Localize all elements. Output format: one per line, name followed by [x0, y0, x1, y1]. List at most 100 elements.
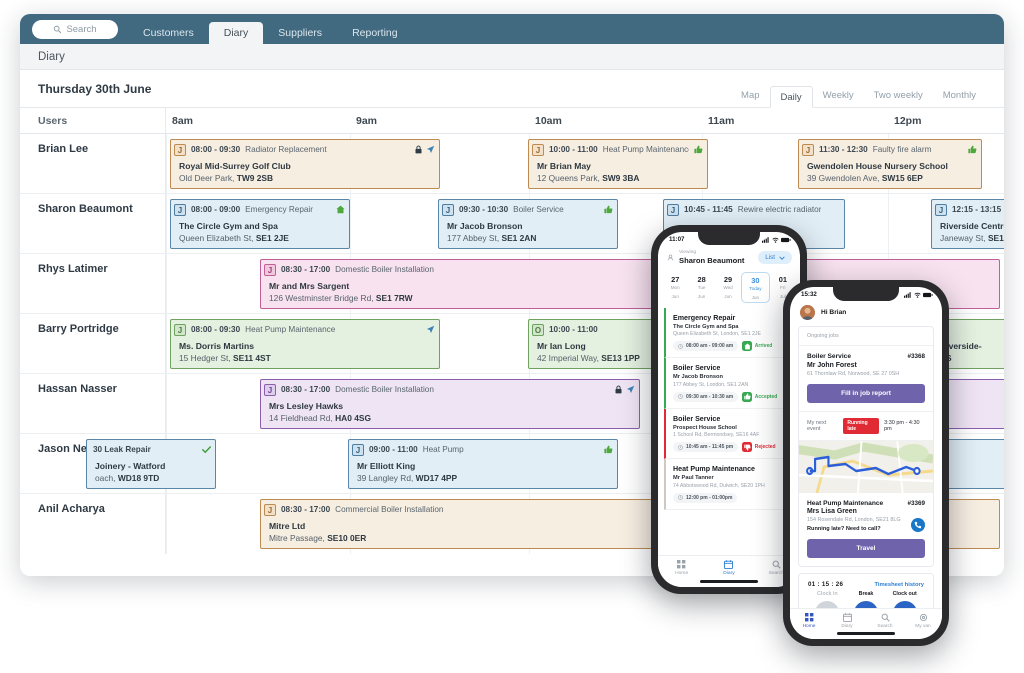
event-card[interactable]: J08:00 - 09:00Emergency RepairThe Circle…: [170, 199, 350, 249]
ongoing-jobs-card: Ongoing jobs Boiler Service #3368 Mr Joh…: [798, 326, 934, 567]
event-time: 08:30 - 17:00: [281, 385, 330, 394]
ongoing-job-1[interactable]: Boiler Service #3368 Mr John Forest 61 T…: [799, 346, 933, 411]
nav-item-my-van[interactable]: My van: [904, 613, 942, 639]
user-name-brian-lee[interactable]: Brian Lee: [20, 134, 166, 193]
route-map[interactable]: [799, 441, 933, 493]
date-strip: 27MonJun28TueJun29WedJun30TodayJun01FriJ…: [658, 270, 800, 308]
job-list-item[interactable]: Boiler ServiceProspect House School1 Sch…: [664, 409, 794, 460]
event-address: 39 Langley Rd, WD17 4PP: [357, 473, 617, 483]
event-card[interactable]: J08:00 - 09:30Radiator ReplacementRoyal …: [170, 139, 440, 189]
ongoing-job-2[interactable]: Heat Pump Maintenance #3369 Mrs Lisa Gre…: [799, 493, 933, 567]
event-card[interactable]: J12:15 - 13:15Riverside CentreJaneway St…: [931, 199, 1004, 249]
row-track: J08:00 - 09:00Emergency RepairThe Circle…: [166, 194, 1004, 253]
users-column-header: Users: [20, 108, 166, 133]
view-tab-monthly[interactable]: Monthly: [933, 85, 986, 107]
tab-suppliers[interactable]: Suppliers: [263, 22, 337, 44]
event-customer: Gwendolen House Nursery School: [807, 161, 981, 171]
date-month: Jun: [662, 294, 688, 299]
tab-diary[interactable]: Diary: [209, 22, 264, 44]
grid-line: [166, 374, 167, 433]
date-chip-30[interactable]: 30TodayJun: [741, 272, 769, 303]
event-type-badge: J: [174, 144, 186, 156]
view-tab-weekly[interactable]: Weekly: [813, 85, 864, 107]
event-status-icons: [614, 385, 635, 394]
event-card[interactable]: 30 Leak RepairJoinery - Watfordoach, WD1…: [86, 439, 216, 489]
event-card[interactable]: J09:00 - 11:00Heat PumpMr Elliott King39…: [348, 439, 618, 489]
event-customer: Royal Mid-Surrey Golf Club: [179, 161, 439, 171]
date-chip-29[interactable]: 29WedJun: [715, 272, 741, 303]
user-greeting-row: Hi Brian: [790, 298, 942, 326]
job-status-label: Arrived: [755, 343, 773, 349]
call-button[interactable]: [911, 518, 925, 532]
job-customer: Mr Paul Tanner: [673, 475, 794, 481]
status-icons: [762, 237, 791, 243]
person-icon: [667, 254, 674, 261]
event-address: 39 Gwendolen Ave, SW15 6EP: [807, 173, 981, 183]
job-time: 08:00 am - 09:00 am: [686, 343, 733, 349]
event-type-badge: O: [532, 324, 544, 336]
list-view-button[interactable]: List: [758, 251, 792, 264]
job-meta-row: 08:00 am - 09:00 am Arrived: [673, 341, 794, 351]
timesheet-history-link[interactable]: Timesheet history: [874, 582, 924, 588]
event-type-badge: J: [174, 204, 186, 216]
main-tabs: Customers Diary Suppliers Reporting: [128, 14, 413, 44]
home-indicator: [700, 580, 758, 583]
event-address: 15 Hedger St, SE11 4ST: [179, 353, 439, 363]
view-tab-two-weekly[interactable]: Two weekly: [864, 85, 933, 107]
navigate-icon: [426, 145, 435, 154]
event-card[interactable]: J08:00 - 09:30Heat Pump MaintenanceMs. D…: [170, 319, 440, 369]
nav-item-diary[interactable]: Diary: [828, 613, 866, 639]
calendar-icon: [724, 560, 733, 569]
view-tab-map[interactable]: Map: [731, 85, 769, 107]
search-icon: [772, 560, 781, 569]
nav-label-my-van: My van: [915, 624, 930, 629]
date-number: 30: [742, 276, 768, 285]
user-name-barry-portridge[interactable]: Barry Portridge: [20, 314, 166, 373]
event-customer: ll: [940, 461, 1004, 471]
avatar[interactable]: [800, 305, 815, 320]
event-customer: The Circle Gym and Spa: [179, 221, 349, 231]
user-name-rhys-latimer[interactable]: Rhys Latimer: [20, 254, 166, 313]
travel-button[interactable]: Travel: [807, 539, 925, 558]
job-list-item[interactable]: Heat Pump MaintenanceMr Paul Tanner74 Ab…: [664, 459, 794, 510]
job-list-item[interactable]: Emergency RepairThe Circle Gym and SpaQu…: [664, 308, 794, 359]
view-tab-daily[interactable]: Daily: [770, 86, 813, 108]
nav-item-home[interactable]: Home: [658, 560, 705, 587]
tab-reporting[interactable]: Reporting: [337, 22, 413, 44]
date-number: 01: [770, 275, 796, 284]
event-customer: Riverside Centre: [940, 221, 1004, 231]
event-status-icons: [968, 145, 977, 154]
job-list: Emergency RepairThe Circle Gym and SpaQu…: [658, 308, 800, 510]
event-type: Rewire electric radiator: [738, 205, 822, 214]
phone-a-viewing-header: Viewing Sharon Beaumont List: [658, 243, 800, 270]
user-name-anil-acharya[interactable]: Anil Acharya: [20, 494, 166, 554]
event-card[interactable]: J11:30 - 12:30Faulty fire alarmGwendolen…: [798, 139, 982, 189]
nav-item-search[interactable]: Search: [866, 613, 904, 639]
job-customer: Mr Jacob Bronson: [673, 374, 794, 380]
job-list-item[interactable]: Boiler ServiceMr Jacob Bronson177 Abbey …: [664, 358, 794, 409]
tab-customers[interactable]: Customers: [128, 22, 209, 44]
event-card[interactable]: J10:00 - 11:00Heat Pump MaintenanceMr Br…: [528, 139, 708, 189]
fill-job-report-button[interactable]: Fill in job report: [807, 384, 925, 403]
event-type-badge: J: [264, 264, 276, 276]
date-chip-27[interactable]: 27MonJun: [662, 272, 688, 303]
event-card[interactable]: J08:30 - 17:00Domestic Boiler Installati…: [260, 379, 640, 429]
wifi-icon: [914, 292, 921, 298]
date-chip-28[interactable]: 28TueJun: [688, 272, 714, 303]
job-time-chip: 10:45 am - 11:45 pm: [673, 442, 738, 452]
nav-item-home[interactable]: Home: [790, 613, 828, 639]
search-icon: [53, 25, 62, 34]
search-input[interactable]: Search: [32, 20, 118, 39]
user-name-sharon-beaumont[interactable]: Sharon Beaumont: [20, 194, 166, 253]
avatar-image: [800, 305, 815, 320]
battery-icon: [781, 237, 791, 243]
job-address: 74 Abbotswood Rd, Dulwich, SE20 1PH: [673, 483, 794, 489]
signal-icon: [904, 292, 911, 298]
user-name-hassan-nasser[interactable]: Hassan Nasser: [20, 374, 166, 433]
event-card[interactable]: J09:30 - 10:30Boiler ServiceMr Jacob Bro…: [438, 199, 618, 249]
grid-line: [166, 134, 167, 193]
top-navigation-bar: Search Customers Diary Suppliers Reporti…: [20, 14, 1004, 44]
status-time: 11:07: [669, 236, 684, 243]
job-time: 10:45 am - 11:45 pm: [686, 444, 733, 450]
event-type: Faulty fire alarm: [873, 145, 932, 154]
